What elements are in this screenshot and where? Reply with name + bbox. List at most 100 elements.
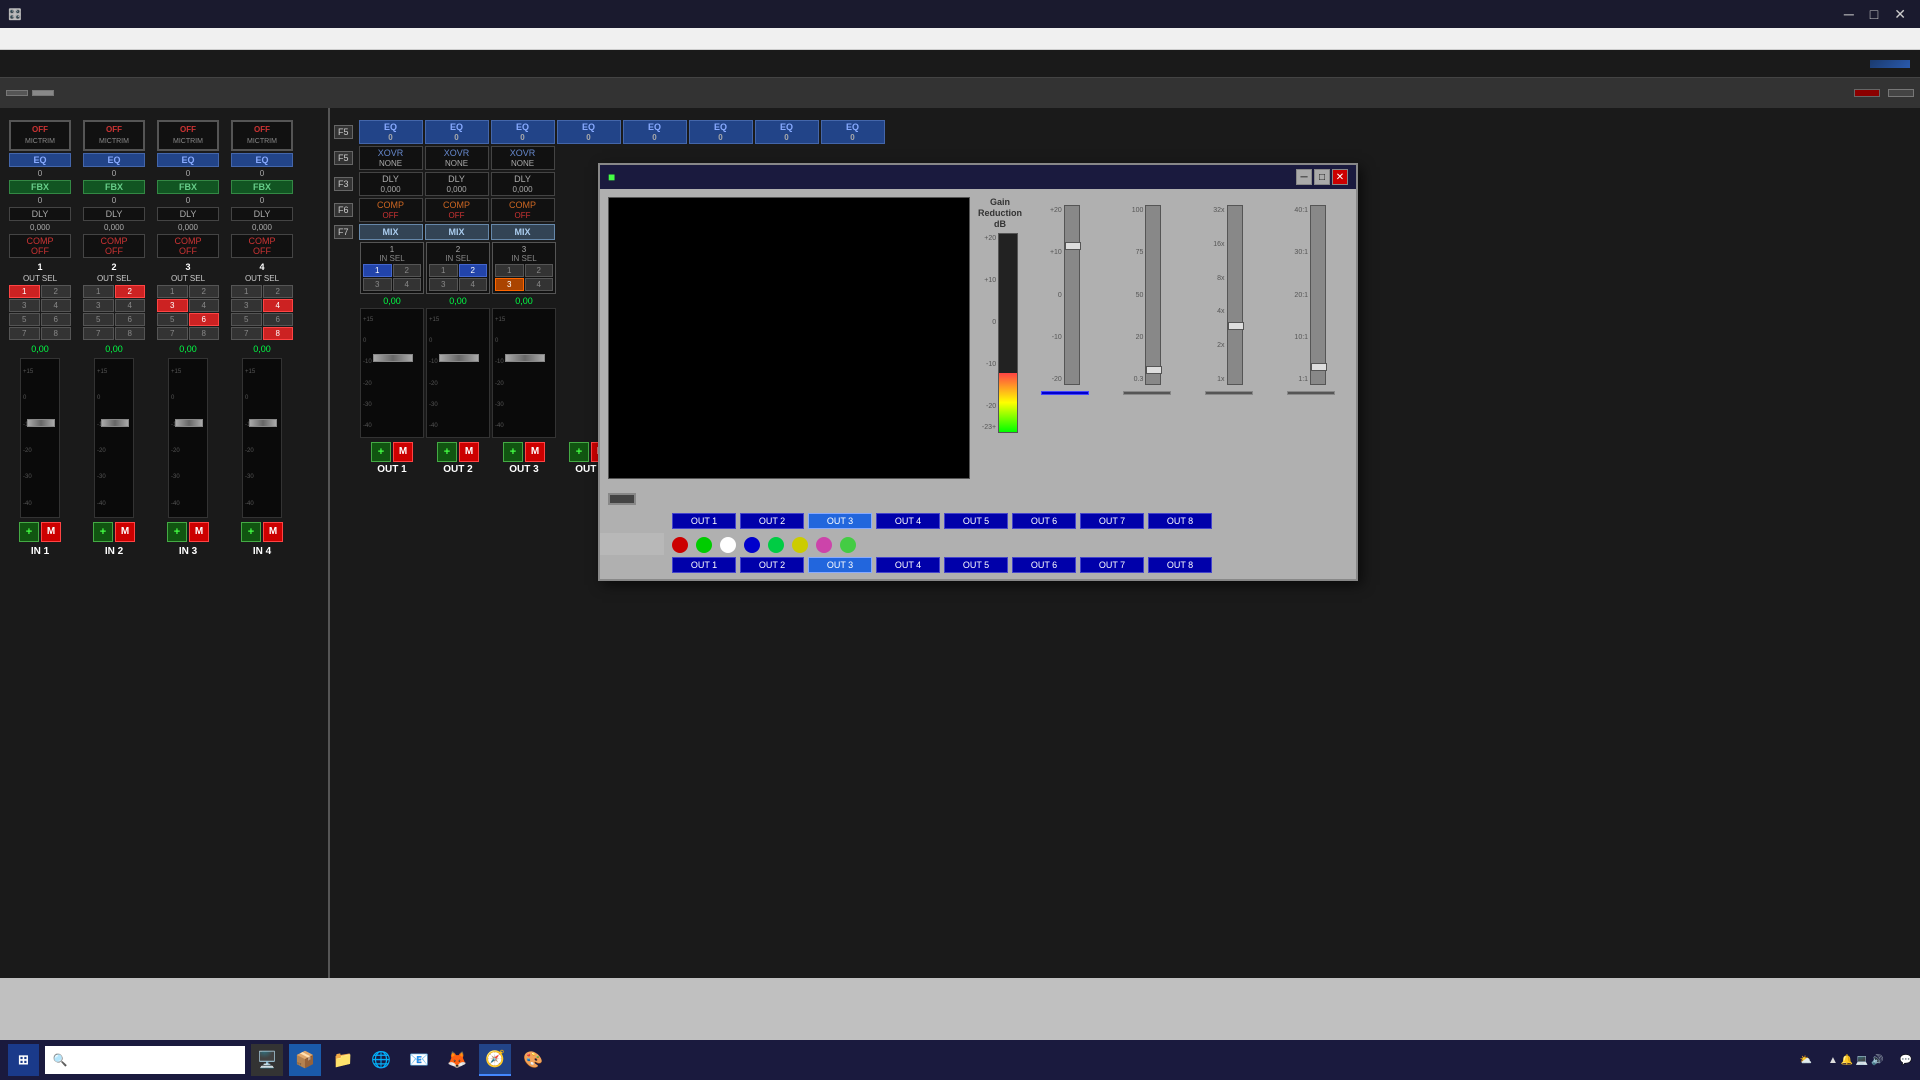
eq-1[interactable]: EQ [9,153,71,167]
taskbar-icon-nav[interactable]: 🧭 [479,1044,511,1076]
dly-out2[interactable]: DLY0,000 [425,172,489,196]
comp-out2[interactable]: COMPOFF [425,198,489,222]
add-btn-out4[interactable]: + [569,442,589,462]
control-out3[interactable]: OUT 3 [808,557,872,573]
outsel-2-8[interactable]: 8 [115,327,146,340]
insel-out1-2[interactable]: 2 [393,264,422,277]
threshold-value-input[interactable] [1041,391,1089,395]
color-dot-1[interactable] [672,537,688,553]
outsel-1-7[interactable]: 7 [9,327,40,340]
f3-dly-btn[interactable]: F3 [334,177,353,191]
view-out8[interactable]: OUT 8 [1148,513,1212,529]
matrix-button[interactable] [6,90,28,96]
dialog-close-button[interactable]: ✕ [1332,169,1348,185]
insel-out1-4[interactable]: 4 [393,278,422,291]
outsel-2-3[interactable]: 3 [83,299,114,312]
view-out2[interactable]: OUT 2 [740,513,804,529]
eq-out8[interactable]: EQ0 [821,120,885,144]
fader-knob-in1[interactable] [27,419,55,427]
mix-out1[interactable]: MIX [359,224,423,240]
outsel-1-4[interactable]: 4 [41,299,72,312]
outsel-1-8[interactable]: 8 [41,327,72,340]
dly-2[interactable]: DLY [83,207,145,221]
fader-knob-out1[interactable] [373,354,413,362]
fbx-3[interactable]: FBX [157,180,219,194]
mictrim-2[interactable]: OFF MICTRIM [83,120,145,151]
color-dot-5[interactable] [768,537,784,553]
fader-knob-in4[interactable] [249,419,277,427]
eq-out4[interactable]: EQ0 [557,120,621,144]
fader-knob-out3[interactable] [505,354,545,362]
m-btn-in1[interactable]: M [41,522,61,542]
taskbar-icon-files[interactable]: 🖥️ [251,1044,283,1076]
close-button[interactable]: ✕ [1888,6,1912,23]
view-out7[interactable]: OUT 7 [1080,513,1144,529]
control-out7[interactable]: OUT 7 [1080,557,1144,573]
mictrim-3[interactable]: OFF MICTRIM [157,120,219,151]
taskbar-icon-folder[interactable]: 📁 [327,1044,359,1076]
f5-eq-btn[interactable]: F5 [334,125,353,139]
outsel-2-1[interactable]: 1 [83,285,114,298]
menu-connection[interactable] [84,37,100,41]
comp-out3[interactable]: COMPOFF [491,198,555,222]
m-btn-in2[interactable]: M [115,522,135,542]
bypass-button[interactable] [608,493,636,505]
maximize-button[interactable]: □ [1864,6,1884,23]
search-bar[interactable]: 🔍 [45,1046,245,1074]
view-out6[interactable]: OUT 6 [1012,513,1076,529]
output-groups-button[interactable] [1888,89,1914,97]
threshold-slider[interactable] [1064,205,1080,385]
insel-out1-3[interactable]: 3 [363,278,392,291]
mix-out2[interactable]: MIX [425,224,489,240]
outsel-2-7[interactable]: 7 [83,327,114,340]
add-btn-in3[interactable]: + [167,522,187,542]
comp-2[interactable]: COMPOFF [83,234,145,258]
add-btn-in2[interactable]: + [93,522,113,542]
start-button[interactable]: ⊞ [8,1044,39,1076]
taskbar-icon-mail[interactable]: 📧 [403,1044,435,1076]
add-btn-in1[interactable]: + [19,522,39,542]
fader-knob-in2[interactable] [101,419,129,427]
eq-out1[interactable]: EQ0 [359,120,423,144]
color-dot-2[interactable] [696,537,712,553]
attack-thumb[interactable] [1146,366,1162,374]
view-out3[interactable]: OUT 3 [808,513,872,529]
eq-out5[interactable]: EQ0 [623,120,687,144]
outsel-1-2[interactable]: 2 [41,285,72,298]
m-btn-in4[interactable]: M [263,522,283,542]
control-out2[interactable]: OUT 2 [740,557,804,573]
eq-out3[interactable]: EQ0 [491,120,555,144]
control-out8[interactable]: OUT 8 [1148,557,1212,573]
m-btn-out1[interactable]: M [393,442,413,462]
color-dot-7[interactable] [816,537,832,553]
mixer-button[interactable] [32,90,54,96]
notification-icon[interactable]: 💬 [1900,1055,1912,1066]
add-btn-in4[interactable]: + [241,522,261,542]
attack-slider[interactable] [1145,205,1161,385]
color-dot-6[interactable] [792,537,808,553]
eq-out6[interactable]: EQ0 [689,120,753,144]
color-dot-3[interactable] [720,537,736,553]
color-dot-8[interactable] [840,537,856,553]
menu-help[interactable] [100,37,116,41]
comp-4[interactable]: COMPOFF [231,234,293,258]
xovr-out3[interactable]: XOVRNONE [491,146,555,170]
m-btn-out2[interactable]: M [459,442,479,462]
dialog-maximize-button[interactable]: □ [1314,169,1330,185]
control-out5[interactable]: OUT 5 [944,557,1008,573]
view-out5[interactable]: OUT 5 [944,513,1008,529]
dly-3[interactable]: DLY [157,207,219,221]
f5-xovr-btn[interactable]: F5 [334,151,353,165]
eq-2[interactable]: EQ [83,153,145,167]
control-out4[interactable]: OUT 4 [876,557,940,573]
comp-out1[interactable]: COMPOFF [359,198,423,222]
fader-knob-out2[interactable] [439,354,479,362]
add-btn-out3[interactable]: + [503,442,523,462]
menu-device[interactable] [36,37,52,41]
fbx-4[interactable]: FBX [231,180,293,194]
comp-1[interactable]: COMPOFF [9,234,71,258]
outsel-1-3[interactable]: 3 [9,299,40,312]
add-btn-out2[interactable]: + [437,442,457,462]
mictrim-4[interactable]: OFF MICTRIM [231,120,293,151]
eq-out2[interactable]: EQ0 [425,120,489,144]
